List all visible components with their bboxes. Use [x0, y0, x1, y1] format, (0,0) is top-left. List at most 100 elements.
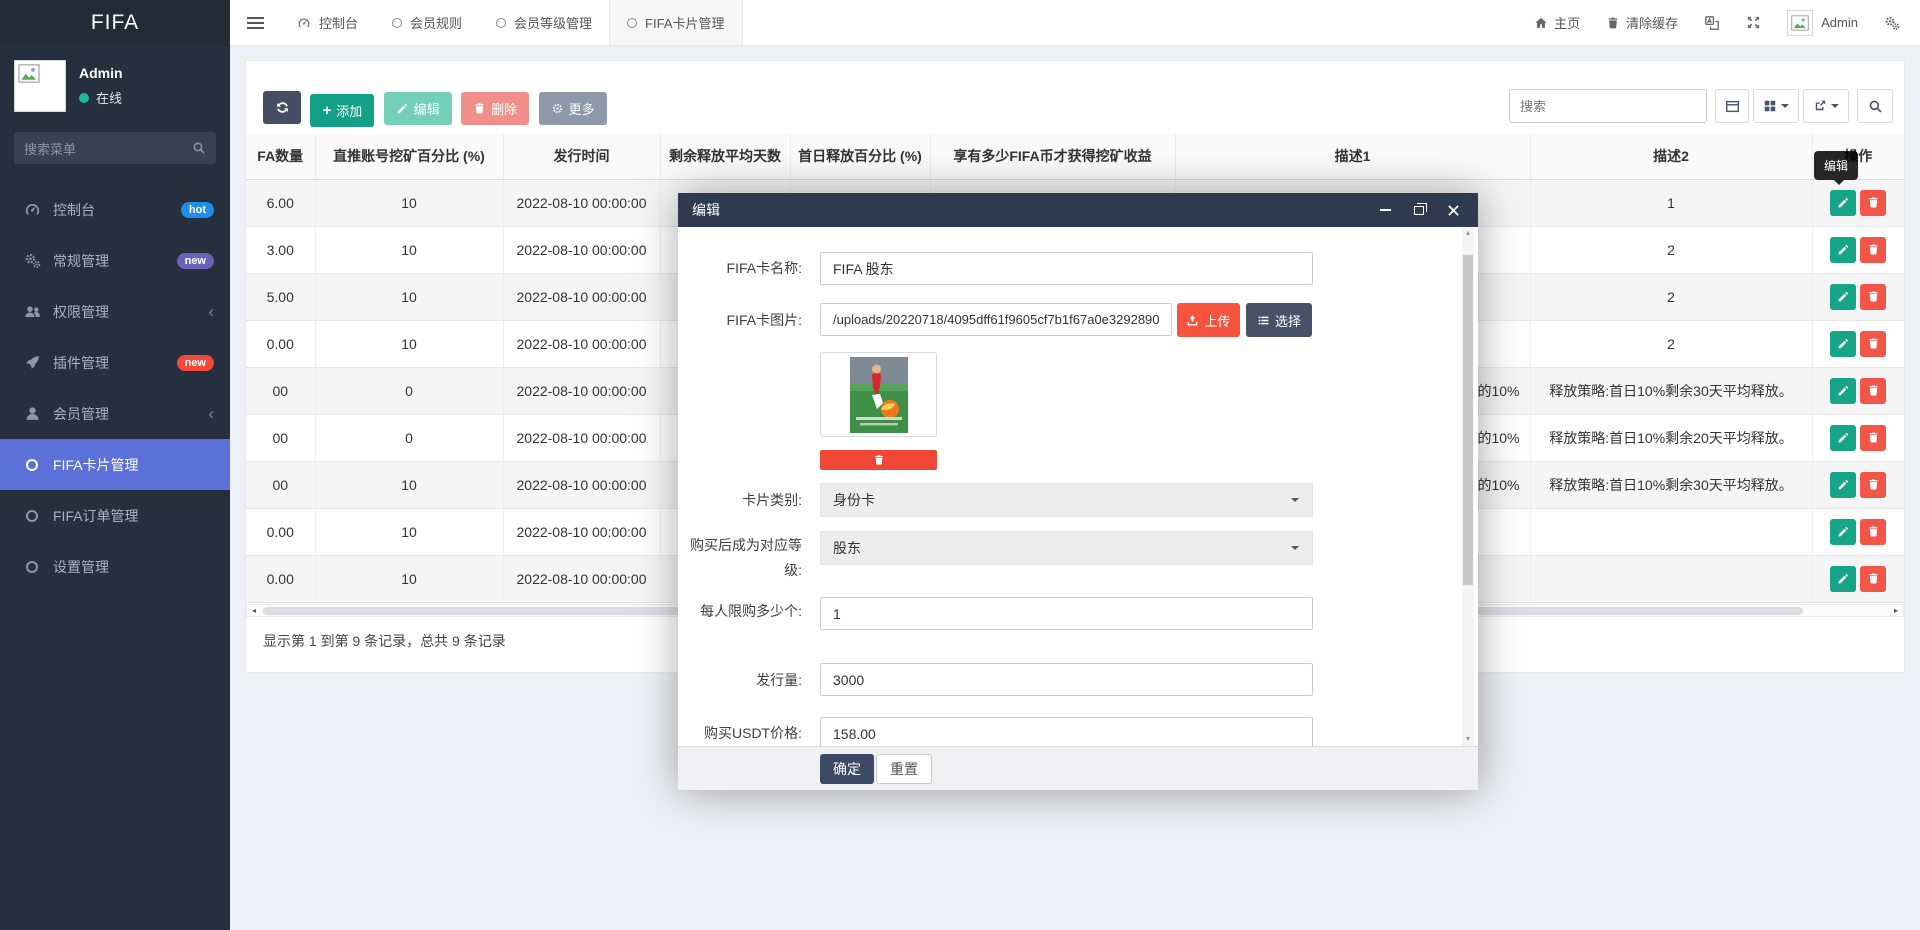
reset-button[interactable]: 重置 — [876, 754, 932, 784]
scroll-right-arrow-icon[interactable]: ▸ — [1889, 605, 1903, 616]
col-header[interactable]: 首日释放百分比 (%) — [790, 134, 930, 179]
row-edit-button[interactable] — [1830, 519, 1856, 545]
tab-dashboard[interactable]: 控制台 — [280, 0, 375, 45]
sidebar-item-addon[interactable]: 插件管理 new — [0, 337, 230, 388]
choose-button[interactable]: 选择 — [1246, 303, 1312, 337]
row-delete-button[interactable] — [1860, 331, 1886, 357]
col-header[interactable]: 描述1 — [1175, 134, 1530, 179]
upload-button[interactable]: 上传 — [1177, 303, 1240, 337]
row-delete-button[interactable] — [1860, 237, 1886, 263]
menu-search-input[interactable]: 搜索菜单 — [14, 132, 216, 164]
issue-amount-input[interactable] — [820, 663, 1313, 696]
pagination-summary: 显示第 1 到第 9 条记录，总共 9 条记录 — [263, 631, 506, 651]
scroll-left-arrow-icon[interactable]: ◂ — [247, 605, 261, 616]
cell-fifa-amount: 0.00 — [246, 508, 315, 555]
row-delete-button[interactable] — [1860, 284, 1886, 310]
row-edit-button[interactable] — [1830, 472, 1856, 498]
add-button[interactable]: +添加 — [310, 94, 374, 127]
fullscreen-button[interactable] — [1746, 15, 1761, 30]
table-search-input[interactable] — [1509, 89, 1707, 123]
profile-menu[interactable]: Admin — [1787, 10, 1858, 36]
columns-button[interactable] — [1753, 89, 1799, 123]
row-delete-button[interactable] — [1860, 425, 1886, 451]
dialog-scrollbar[interactable]: ▲ ▼ — [1462, 227, 1474, 746]
cell-fifa-amount: 0.00 — [246, 555, 315, 602]
sidebar-item-auth[interactable]: 权限管理 ‹ — [0, 286, 230, 337]
sidebar-item-label: 常规管理 — [53, 251, 109, 271]
cell-issue-time: 2022-08-10 00:00:00 — [503, 367, 660, 414]
cell-fifa-amount: 00 — [246, 367, 315, 414]
level-select[interactable]: 股东 — [820, 531, 1313, 565]
card-image-preview[interactable] — [820, 352, 937, 437]
card-name-input[interactable] — [820, 252, 1313, 285]
cell-issue-time: 2022-08-10 00:00:00 — [503, 226, 660, 273]
limit-input[interactable] — [820, 597, 1313, 630]
avatar[interactable] — [14, 60, 66, 112]
language-button[interactable] — [1704, 15, 1720, 31]
sidebar-item-general[interactable]: 常规管理 new — [0, 235, 230, 286]
edit-button[interactable]: 编辑 — [384, 92, 452, 125]
col-header[interactable]: 剩余释放平均天数 — [660, 134, 790, 179]
col-header[interactable]: 享有多少FIFA币才获得挖矿收益 — [930, 134, 1175, 179]
sidebar-item-member[interactable]: 会员管理 ‹ — [0, 388, 230, 439]
tab-fifa-card[interactable]: FIFA卡片管理 — [609, 0, 742, 45]
sidebar: FIFA Admin 在线 搜索菜单 控制台 hot 常规管理 new — [0, 0, 230, 930]
dialog-titlebar[interactable]: 编辑 — [678, 193, 1478, 227]
restore-button[interactable] — [1412, 203, 1426, 217]
clear-cache-link[interactable]: 清除缓存 — [1606, 13, 1678, 32]
close-button[interactable] — [1446, 203, 1460, 217]
search-button[interactable] — [1857, 89, 1893, 123]
export-button[interactable] — [1803, 89, 1849, 123]
row-delete-button[interactable] — [1860, 472, 1886, 498]
row-edit-button[interactable] — [1830, 237, 1856, 263]
row-edit-button[interactable] — [1830, 284, 1856, 310]
sidebar-item-settings[interactable]: 设置管理 — [0, 541, 230, 592]
row-delete-button[interactable] — [1860, 378, 1886, 404]
row-delete-button[interactable] — [1860, 519, 1886, 545]
more-label: 更多 — [569, 99, 595, 118]
online-dot-icon — [79, 93, 89, 103]
sidebar-item-dashboard[interactable]: 控制台 hot — [0, 184, 230, 235]
sidebar-item-fifa-card[interactable]: FIFA卡片管理 — [0, 439, 230, 490]
sidebar-item-fifa-order[interactable]: FIFA订单管理 — [0, 490, 230, 541]
user-icon — [22, 405, 42, 422]
scroll-down-arrow-icon[interactable]: ▼ — [1462, 736, 1474, 743]
menu-toggle-button[interactable] — [230, 0, 280, 45]
col-header[interactable]: 描述2 — [1530, 134, 1812, 179]
user-status-label: 在线 — [96, 88, 122, 107]
row-edit-button[interactable] — [1830, 425, 1856, 451]
minimize-button[interactable] — [1378, 203, 1392, 217]
confirm-button[interactable]: 确定 — [820, 754, 874, 784]
scrollbar-thumb[interactable] — [1463, 255, 1473, 585]
cell-fifa-amount: 00 — [246, 461, 315, 508]
col-header[interactable]: FA数量 — [246, 134, 315, 179]
delete-button[interactable]: 删除 — [461, 92, 529, 125]
refresh-button[interactable] — [263, 91, 301, 124]
more-button[interactable]: 更多 — [539, 92, 607, 125]
cell-desc2 — [1530, 555, 1812, 602]
col-header[interactable]: 直推账号挖矿百分比 (%) — [315, 134, 503, 179]
row-edit-button[interactable] — [1830, 190, 1856, 216]
search-form-toggle-button[interactable] — [1715, 89, 1749, 123]
gear-icon — [551, 102, 564, 115]
remove-image-button[interactable] — [820, 450, 937, 470]
home-link[interactable]: 主页 — [1534, 13, 1580, 32]
row-delete-button[interactable] — [1860, 190, 1886, 216]
cell-desc2: 2 — [1530, 273, 1812, 320]
row-delete-button[interactable] — [1860, 566, 1886, 592]
tab-member-level[interactable]: 会员等级管理 — [479, 0, 609, 45]
user-name: Admin — [79, 65, 123, 81]
row-edit-button[interactable] — [1830, 378, 1856, 404]
home-icon — [1534, 16, 1548, 30]
category-select[interactable]: 身份卡 — [820, 483, 1313, 517]
col-header[interactable]: 发行时间 — [503, 134, 660, 179]
settings-button[interactable] — [1884, 15, 1900, 31]
sidebar-item-label: 控制台 — [53, 200, 95, 220]
row-edit-button[interactable] — [1830, 331, 1856, 357]
minimize-icon — [1380, 209, 1391, 211]
tab-member-rule[interactable]: 会员规则 — [375, 0, 479, 45]
scroll-up-arrow-icon[interactable]: ▲ — [1462, 230, 1474, 237]
card-image-input[interactable] — [820, 303, 1172, 336]
cell-ops — [1812, 555, 1904, 602]
row-edit-button[interactable] — [1830, 566, 1856, 592]
